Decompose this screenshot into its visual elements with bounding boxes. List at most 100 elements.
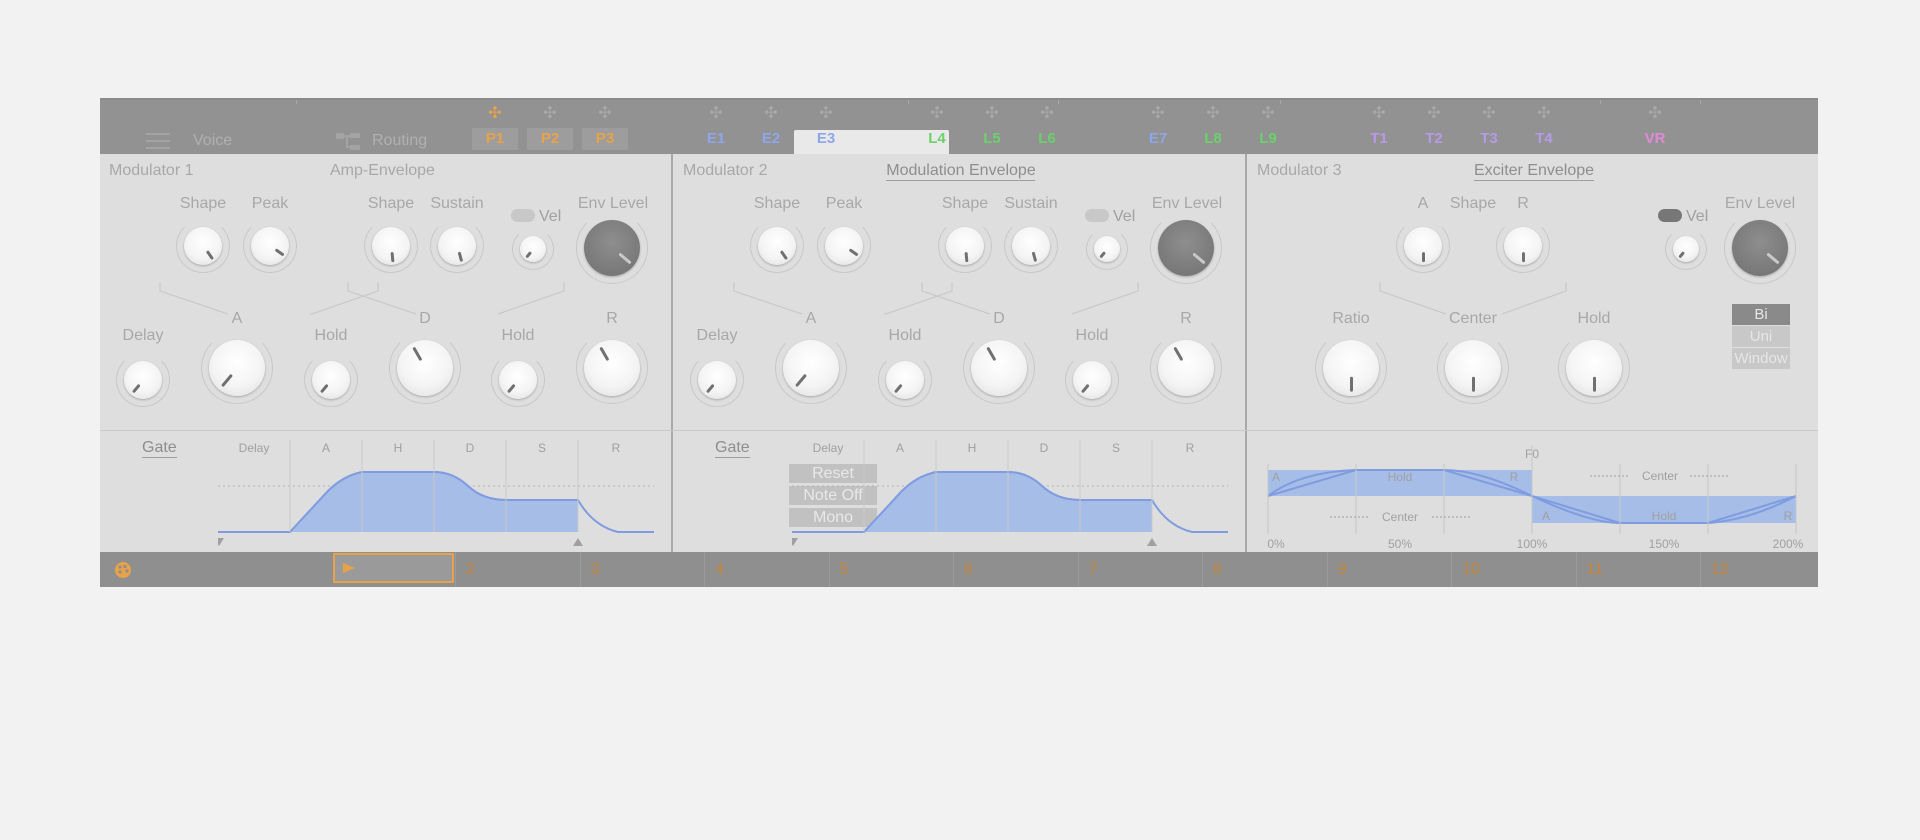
center-range-lower[interactable]: Center [1382,510,1418,524]
move-icon[interactable]: ✣ [527,106,573,122]
macro-l6[interactable]: ✣ L6 [1024,106,1070,150]
velocity-toggle-icon[interactable] [511,209,535,222]
menu-icon[interactable] [146,133,170,151]
peak-knob[interactable] [251,227,289,265]
pattern-slot-6[interactable]: 6 [953,552,1077,587]
macro-p3[interactable]: ✣ P3 [582,106,628,150]
hold-knob[interactable] [1566,340,1622,396]
pattern-slot-12[interactable]: 12 [1700,552,1824,587]
velocity-toggle-icon[interactable] [1658,209,1682,222]
move-icon[interactable]: ✣ [1356,106,1402,122]
pattern-slot-8[interactable]: 8 [1202,552,1326,587]
macro-l5[interactable]: ✣ L5 [969,106,1015,150]
macro-l4[interactable]: ✣ L4 [914,106,960,150]
move-icon[interactable]: ✣ [1245,106,1291,122]
gate-start-marker-icon[interactable] [218,538,224,546]
mode-bi-button[interactable]: Bi [1732,304,1790,325]
amp-envelope-graph[interactable]: Delay A H D S R [218,436,654,548]
macro-e1[interactable]: ✣ E1 [693,106,739,150]
palette-icon[interactable] [114,561,132,579]
move-icon[interactable]: ✣ [582,106,628,122]
gate-start-marker-icon[interactable] [792,538,798,546]
gate-label-1[interactable]: Gate [142,439,177,458]
env-level-knob[interactable] [1158,220,1214,276]
vel-toggle[interactable]: Vel [1085,208,1135,226]
move-icon[interactable]: ✣ [1466,106,1512,122]
decay-knob[interactable] [397,340,453,396]
exciter-envelope-graph[interactable]: A Hold R A Hold R F0 Center Center 0% 50% 100% 150% 2… [1260,434,1810,550]
pattern-slot-5[interactable]: 5 [828,552,953,587]
pattern-slot-9[interactable]: 9 [1326,552,1451,587]
attack-knob[interactable] [209,340,265,396]
env-level-knob[interactable] [584,220,640,276]
macro-t4[interactable]: ✣ T4 [1521,106,1567,150]
macro-e3[interactable]: ✣ E3 [803,106,849,150]
move-icon[interactable]: ✣ [969,106,1015,122]
exciter-release-knob[interactable] [1504,227,1542,265]
velocity-knob[interactable] [1673,236,1699,262]
move-icon[interactable]: ✣ [803,106,849,122]
velocity-toggle-icon[interactable] [1085,209,1109,222]
move-icon[interactable]: ✣ [1632,106,1678,122]
peak-knob[interactable] [825,227,863,265]
move-icon[interactable]: ✣ [1135,106,1181,122]
macro-l8[interactable]: ✣ L8 [1190,106,1236,150]
move-icon[interactable]: ✣ [1190,106,1236,122]
gate-label-2[interactable]: Gate [715,439,750,458]
pattern-slot-4[interactable]: 4 [704,552,828,587]
sustain-knob[interactable] [1012,227,1050,265]
pattern-slot-2[interactable]: 2 [455,552,579,587]
move-icon[interactable]: ✣ [914,106,960,122]
mode-uni-button[interactable]: Uni [1732,326,1790,347]
mode-window-button[interactable]: Window [1732,348,1790,369]
amp-envelope-title[interactable]: Amp-Envelope [330,162,435,180]
move-icon[interactable]: ✣ [472,106,518,122]
voice-tab[interactable]: Voice [193,132,232,150]
pattern-slot-10[interactable]: 10 [1451,552,1575,587]
vel-toggle[interactable]: Vel [1658,208,1708,226]
macro-e7[interactable]: ✣ E7 [1135,106,1181,150]
move-icon[interactable]: ✣ [693,106,739,122]
attack-shape-knob[interactable] [184,227,222,265]
move-icon[interactable]: ✣ [1024,106,1070,122]
move-icon[interactable]: ✣ [1521,106,1567,122]
release-knob[interactable] [584,340,640,396]
gate-end-marker-icon[interactable] [573,538,583,546]
delay-knob[interactable] [698,361,736,399]
hold-knob[interactable] [312,361,350,399]
pattern-slot-3[interactable]: 3 [579,552,704,587]
routing-tab[interactable]: Routing [372,132,427,150]
attack-knob[interactable] [783,340,839,396]
center-knob[interactable] [1445,340,1501,396]
move-icon[interactable]: ✣ [748,106,794,122]
macro-t2[interactable]: ✣ T2 [1411,106,1457,150]
delay-knob[interactable] [124,361,162,399]
move-icon[interactable]: ✣ [1411,106,1457,122]
macro-t3[interactable]: ✣ T3 [1466,106,1512,150]
hold2-knob[interactable] [1073,361,1111,399]
ratio-knob[interactable] [1323,340,1379,396]
attack-shape-knob[interactable] [758,227,796,265]
sustain-knob[interactable] [438,227,476,265]
decay-shape-knob[interactable] [372,227,410,265]
exciter-attack-knob[interactable] [1404,227,1442,265]
routing-icon[interactable] [336,132,362,152]
macro-e2[interactable]: ✣ E2 [748,106,794,150]
release-knob[interactable] [1158,340,1214,396]
pattern-slot-7[interactable]: 7 [1077,552,1202,587]
macro-t1[interactable]: ✣ T1 [1356,106,1402,150]
modulation-envelope-title[interactable]: Modulation Envelope [886,162,1036,181]
decay-knob[interactable] [971,340,1027,396]
macro-vr[interactable]: ✣ VR [1632,106,1678,150]
pattern-slot-11[interactable]: 11 [1575,552,1700,587]
macro-p2[interactable]: ✣ P2 [527,106,573,150]
macro-l9[interactable]: ✣ L9 [1245,106,1291,150]
pattern-1-selected[interactable] [333,553,454,583]
velocity-knob[interactable] [1094,236,1120,262]
modulation-envelope-graph[interactable]: Delay A H D S R [792,436,1228,548]
vel-toggle[interactable]: Vel [511,208,561,226]
exciter-envelope-title[interactable]: Exciter Envelope [1473,162,1595,181]
gate-end-marker-icon[interactable] [1147,538,1157,546]
hold-knob[interactable] [886,361,924,399]
hold2-knob[interactable] [499,361,537,399]
